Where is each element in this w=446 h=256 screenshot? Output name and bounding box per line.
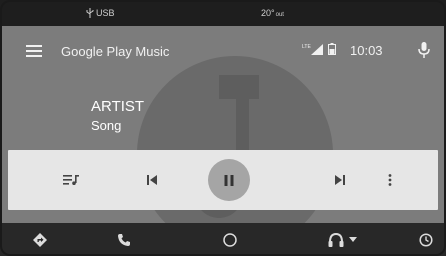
outside-temperature: 20°out <box>261 8 284 18</box>
nav-audio-button[interactable] <box>322 223 362 256</box>
usb-icon <box>86 8 94 18</box>
headphones-icon <box>328 232 343 247</box>
playback-controls <box>8 150 438 210</box>
usb-label: USB <box>96 8 115 18</box>
lte-signal-icon: LTE <box>302 44 323 55</box>
usb-indicator: USB <box>86 8 115 18</box>
queue-icon <box>63 175 79 185</box>
android-auto-screen: USB 20°out Google Play Music LTE 10:03 A… <box>0 0 446 256</box>
nav-navigation-button[interactable] <box>28 223 52 256</box>
phone-icon <box>118 233 130 246</box>
previous-track-button[interactable] <box>140 150 164 210</box>
exit-icon <box>419 232 433 247</box>
home-icon <box>223 232 237 247</box>
next-track-button[interactable] <box>328 150 352 210</box>
skip-next-icon <box>335 175 345 185</box>
skip-previous-icon <box>147 175 157 185</box>
dropdown-arrow-icon <box>348 237 357 242</box>
artist-name: ARTIST <box>91 98 145 115</box>
pause-icon <box>224 174 234 186</box>
app-header: Google Play Music LTE 10:03 <box>0 26 446 78</box>
more-options-button[interactable] <box>380 150 400 210</box>
nav-phone-button[interactable] <box>112 223 136 256</box>
directions-icon <box>33 232 47 247</box>
pause-button-circle <box>208 159 250 201</box>
system-status-bar: USB 20°out <box>0 0 446 26</box>
nav-home-button[interactable] <box>218 223 242 256</box>
mic-icon[interactable] <box>418 42 430 58</box>
temperature-unit: out <box>275 12 284 18</box>
more-vert-icon <box>388 174 392 186</box>
battery-icon <box>328 43 336 55</box>
queue-button[interactable] <box>58 150 84 210</box>
hamburger-menu-icon[interactable] <box>26 45 42 57</box>
bottom-navigation-bar <box>0 223 446 256</box>
nav-exit-button[interactable] <box>414 223 438 256</box>
pause-button[interactable] <box>206 150 252 210</box>
lte-label: LTE <box>302 44 311 50</box>
music-app-screen: Google Play Music LTE 10:03 ARTIST Song <box>0 26 446 223</box>
song-title: Song <box>91 118 122 133</box>
clock: 10:03 <box>350 43 383 58</box>
temperature-value: 20° <box>261 8 275 18</box>
app-title: Google Play Music <box>61 44 170 59</box>
